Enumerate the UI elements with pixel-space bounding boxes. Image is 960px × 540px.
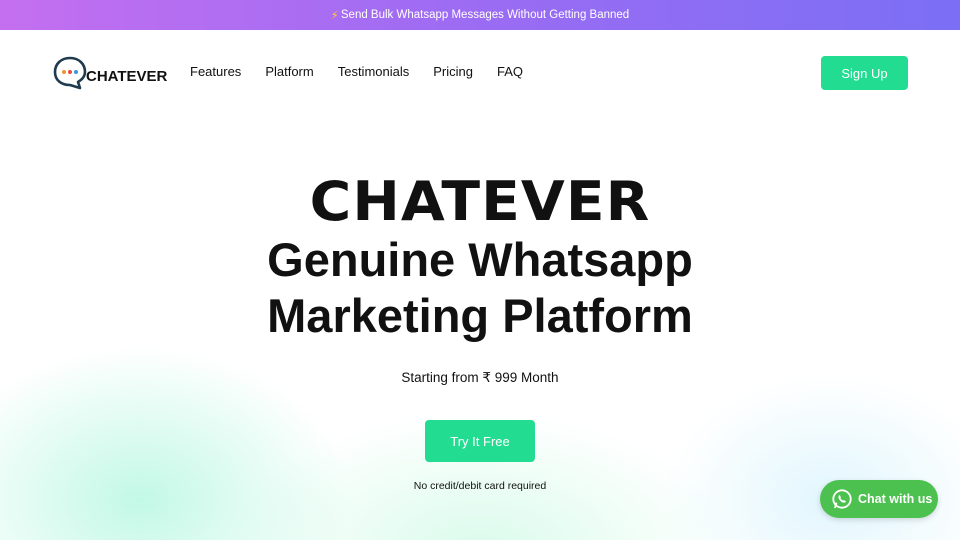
navbar: CHATEVER Features Platform Testimonials … — [0, 30, 960, 116]
hero-title-line1: Genuine Whatsapp — [267, 233, 693, 286]
nav-item-testimonials[interactable]: Testimonials — [338, 64, 410, 79]
try-free-button[interactable]: Try It Free — [425, 420, 535, 462]
hero-brand: CHATEVER — [309, 170, 651, 233]
nav-item-platform[interactable]: Platform — [265, 64, 313, 79]
signup-button[interactable]: Sign Up — [821, 56, 908, 90]
announcement-text: Send Bulk Whatsapp Messages Without Gett… — [340, 9, 630, 21]
nav-item-features[interactable]: Features — [190, 64, 241, 79]
price-text: Starting from ₹ 999 Month — [401, 370, 559, 385]
chat-with-us-button[interactable]: Chat with us — [820, 480, 938, 518]
chat-with-us-label: Chat with us — [858, 492, 933, 506]
chat-bubble-icon — [53, 56, 87, 90]
announcement-bar: ⚡ Send Bulk Whatsapp Messages Without Ge… — [0, 0, 960, 30]
lightning-icon: ⚡ — [330, 10, 339, 22]
hero-title: Genuine Whatsapp Marketing Platform — [0, 232, 960, 344]
no-card-note: No credit/debit card required — [413, 480, 547, 492]
nav-menu: Features Platform Testimonials Pricing F… — [190, 64, 547, 79]
hero-title-line2: Marketing Platform — [267, 289, 693, 342]
whatsapp-icon — [832, 489, 852, 509]
nav-item-pricing[interactable]: Pricing — [433, 64, 473, 79]
nav-item-faq[interactable]: FAQ — [497, 64, 523, 79]
logo-text: CHATEVER — [86, 67, 168, 85]
logo[interactable]: CHATEVER — [52, 55, 167, 91]
